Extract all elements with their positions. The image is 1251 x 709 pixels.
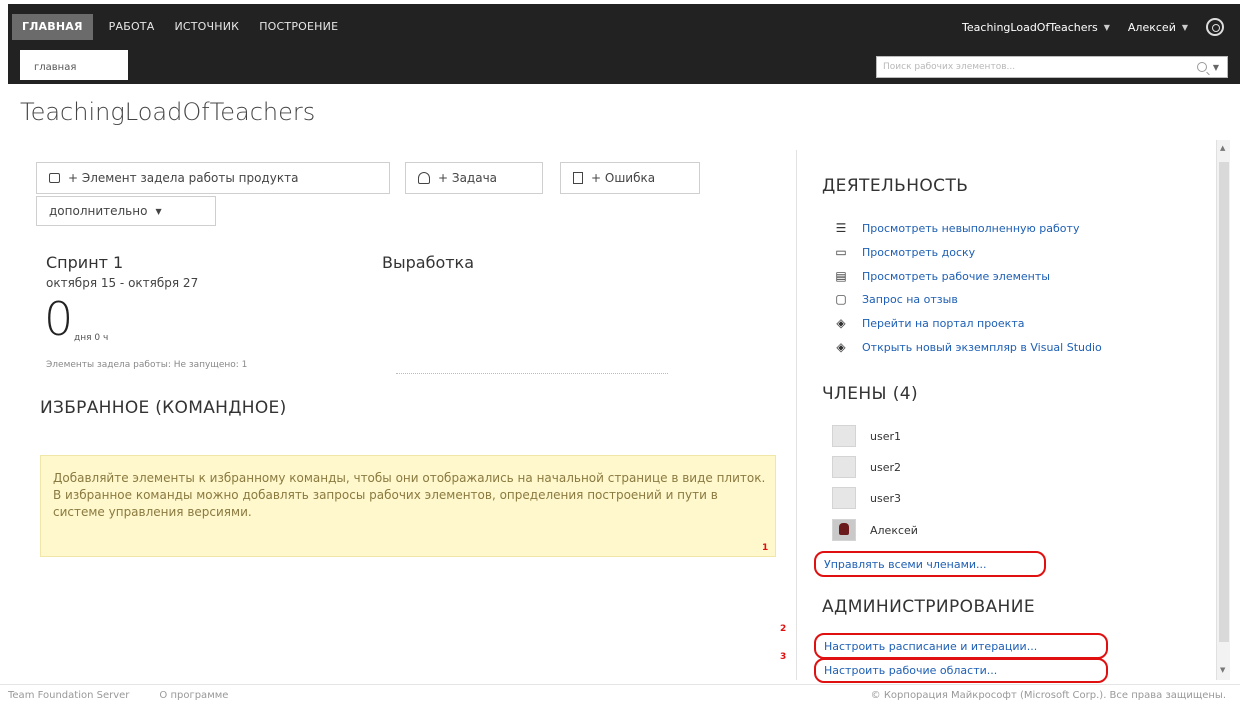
search-icon[interactable] [1196,62,1207,72]
footer-product: Team Foundation Server [8,690,130,701]
footer-left: Team Foundation Server О программе [8,690,228,701]
main-nav: ГЛАВНАЯ РАБОТА ИСТОЧНИК ПОСТРОЕНИЕ [12,12,348,42]
nav-code[interactable]: ИСТОЧНИК [164,14,249,40]
activity-visual-studio-label: Открыть новый экземпляр в Visual Studio [862,340,1102,354]
activity-title: ДЕЯТЕЛЬНОСТЬ [822,176,969,196]
tab-home[interactable]: главная [20,50,128,80]
member-item[interactable]: Алексей [832,518,918,542]
highlight-oval-2 [814,633,1108,659]
member-item[interactable]: user2 [832,455,901,479]
activity-board-link[interactable]: ▭ Просмотреть доску [834,242,975,262]
new-backlog-item-button[interactable]: + Элемент задела работы продукта [36,162,390,194]
burndown-title: Выработка [382,253,475,272]
vertical-scrollbar[interactable]: ▲ ▼ [1216,140,1230,680]
chevron-down-icon: ▼ [155,206,162,216]
bug-icon [573,172,583,184]
search-input[interactable] [877,58,1197,76]
backlog-status: Элементы задела работы: Не запущено: 1 [46,360,248,370]
member-item[interactable]: user1 [832,424,901,448]
new-bug-label: + Ошибка [591,171,656,185]
scroll-down-icon[interactable]: ▼ [1220,666,1225,674]
visual-studio-icon: ◈ [836,340,846,354]
activity-workitems-link[interactable]: ▤ Просмотреть рабочие элементы [834,266,1050,286]
new-task-button[interactable]: + Задача [405,162,543,194]
activity-workitems-label: Просмотреть рабочие элементы [862,269,1050,283]
scroll-up-icon[interactable]: ▲ [1220,144,1225,152]
header-bar: ГЛАВНАЯ РАБОТА ИСТОЧНИК ПОСТРОЕНИЕ Teach… [8,4,1240,84]
new-bug-button[interactable]: + Ошибка [560,162,700,194]
member-name: user1 [870,429,901,443]
task-icon [418,172,430,184]
user-menu[interactable]: Алексей ▼ [1128,21,1188,34]
burndown-chart[interactable] [396,282,668,374]
highlight-oval-1 [814,551,1046,577]
member-name: Алексей [870,523,918,537]
activity-feedback-label: Запрос на отзыв [862,292,958,306]
favorites-title: ИЗБРАННОЕ (КОМАНДНОЕ) [40,398,287,418]
portal-icon: ◈ [836,316,846,330]
days-label: дня 0 ч [74,333,109,343]
new-task-label: + Задача [438,171,498,185]
board-icon: ▭ [835,245,847,259]
activity-backlog-link[interactable]: ☰ Просмотреть невыполненную работу [834,218,1080,238]
list-icon: ☰ [835,221,847,235]
highlight-oval-3 [814,658,1108,683]
members-title: ЧЛЕНЫ (4) [822,384,919,404]
more-label: дополнительно [49,204,148,218]
footer-about-link[interactable]: О программе [159,690,228,701]
panel-divider [796,150,797,680]
days-remaining: 0 [44,292,74,346]
admin-title: АДМИНИСТРИРОВАНИЕ [822,597,1035,617]
activity-board-label: Просмотреть доску [862,245,976,259]
chevron-down-icon: ▼ [1103,22,1110,32]
avatar [832,425,856,447]
favorites-note-text: Добавляйте элементы к избранному команды… [53,471,766,519]
annotation-number-1: 1 [762,543,769,553]
chevron-down-icon[interactable]: ▼ [1213,63,1219,72]
annotation-number-3: 3 [780,652,787,662]
activity-visual-studio-link[interactable]: ◈ Открыть новый экземпляр в Visual Studi… [834,337,1102,357]
nav-work[interactable]: РАБОТА [99,14,165,40]
member-name: user2 [870,460,901,474]
nav-build[interactable]: ПОСТРОЕНИЕ [249,14,348,40]
member-name: user3 [870,491,901,505]
footer: Team Foundation Server О программе © Кор… [0,684,1240,706]
project-menu-label: TeachingLoadOfTeachers [962,20,1098,34]
footer-copyright: © Корпорация Майкрософт (Microsoft Corp.… [870,690,1226,701]
activity-portal-label: Перейти на портал проекта [862,316,1025,330]
gear-icon[interactable] [1206,18,1224,36]
annotation-number-2: 2 [780,624,787,634]
grid-icon: ▤ [835,269,847,283]
avatar [832,456,856,478]
header-right: TeachingLoadOfTeachers ▼ Алексей ▼ [962,18,1224,36]
sprint-name[interactable]: Спринт 1 [46,253,123,272]
activity-feedback-link[interactable]: ▢ Запрос на отзыв [834,289,958,309]
project-menu[interactable]: TeachingLoadOfTeachers ▼ [962,21,1110,34]
more-dropdown-button[interactable]: дополнительно ▼ [36,196,216,226]
feedback-icon: ▢ [835,292,847,306]
sprint-dates: октября 15 - октября 27 [46,276,199,290]
chevron-down-icon: ▼ [1181,22,1188,32]
scroll-thumb[interactable] [1219,162,1229,642]
avatar [832,487,856,509]
activity-backlog-label: Просмотреть невыполненную работу [862,221,1080,235]
activity-portal-link[interactable]: ◈ Перейти на портал проекта [834,313,1024,333]
nav-home[interactable]: ГЛАВНАЯ [12,14,93,40]
backlog-item-icon [49,173,60,183]
page-title: TeachingLoadOfTeachers [20,98,316,126]
avatar [832,519,856,541]
new-backlog-item-label: + Элемент задела работы продукта [68,171,299,185]
favorites-note: Добавляйте элементы к избранному команды… [40,455,776,557]
member-item[interactable]: user3 [832,486,901,510]
top-header: ГЛАВНАЯ РАБОТА ИСТОЧНИК ПОСТРОЕНИЕ Teach… [0,0,1251,84]
search-box: ▼ [876,56,1228,78]
user-menu-label: Алексей [1127,20,1176,34]
